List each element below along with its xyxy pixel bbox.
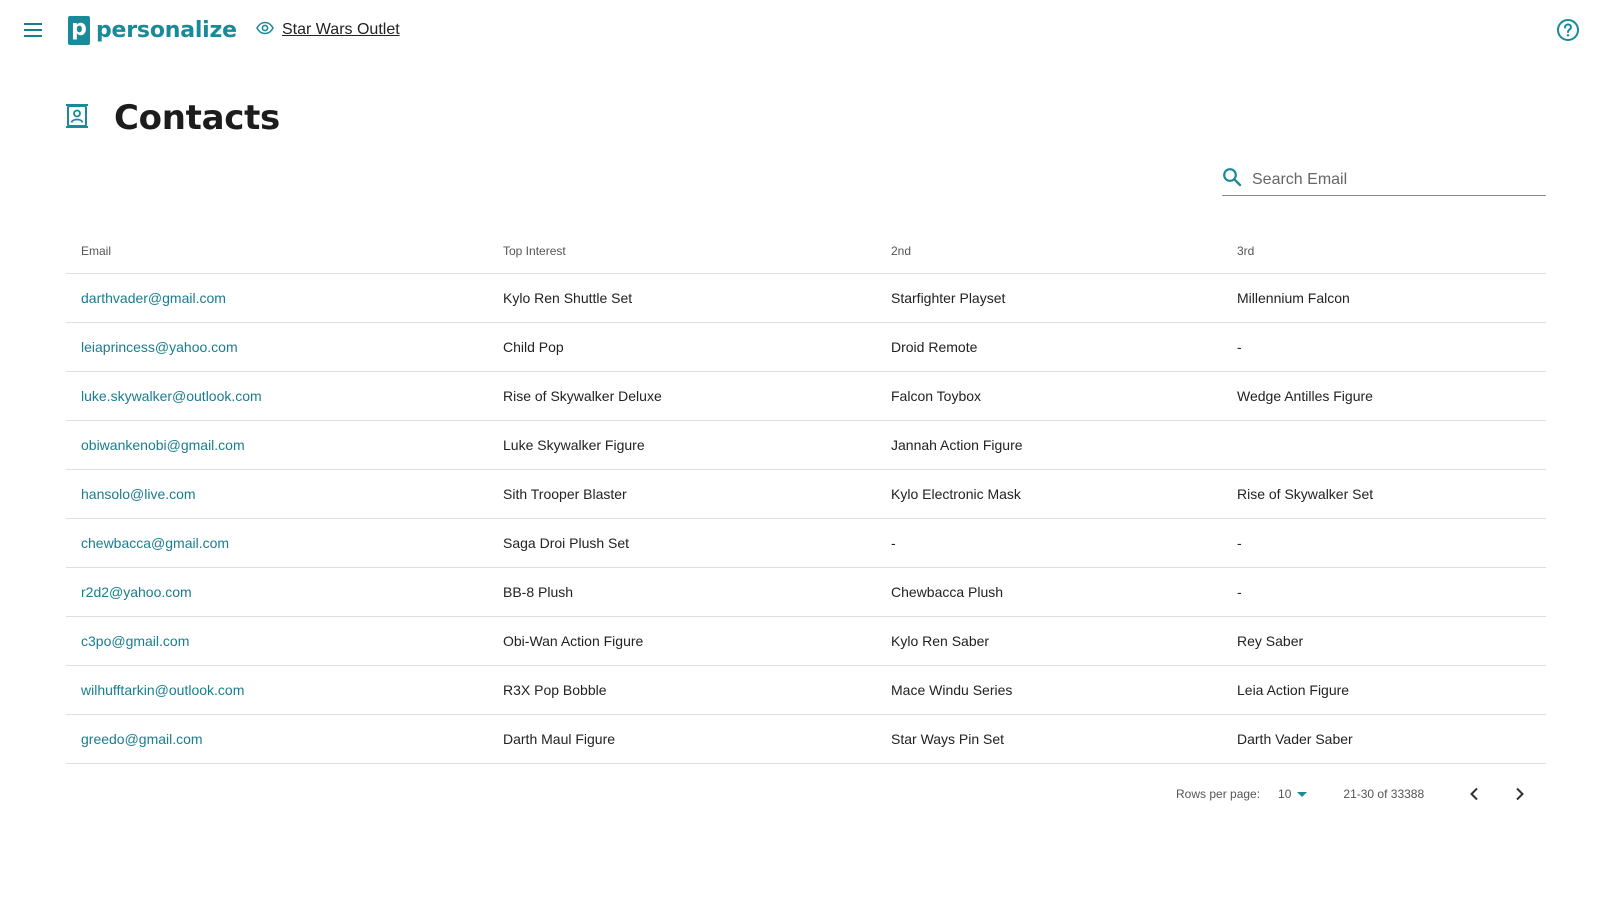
help-circle-icon[interactable] bbox=[1556, 18, 1580, 42]
contact-book-icon bbox=[66, 103, 88, 134]
cell-top-interest: Luke Skywalker Figure bbox=[503, 437, 645, 453]
cell-2nd-interest: Mace Windu Series bbox=[891, 682, 1013, 698]
cell-2nd-interest: Jannah Action Figure bbox=[891, 437, 1023, 453]
table-body: darthvader@gmail.com Kylo Ren Shuttle Set… bbox=[66, 274, 1546, 764]
cell-3rd-interest: Darth Vader Saber bbox=[1237, 731, 1353, 747]
store-selector[interactable]: Star Wars Outlet bbox=[256, 18, 400, 42]
email-link[interactable]: leiaprincess@yahoo.com bbox=[66, 339, 503, 355]
email-link[interactable]: hansolo@live.com bbox=[66, 486, 503, 502]
cell-2nd-interest: - bbox=[891, 535, 896, 551]
table-row[interactable]: hansolo@live.com Sith Trooper Blaster Kylo… bbox=[66, 470, 1546, 519]
cell-2nd-interest: Star Ways Pin Set bbox=[891, 731, 1005, 747]
cell-3rd-interest: Wedge Antilles Figure bbox=[1237, 388, 1373, 404]
table-row[interactable]: chewbacca@gmail.com Saga Droi Plush Set - - bbox=[66, 519, 1546, 568]
cell-top-interest: Sith Trooper Blaster bbox=[503, 486, 627, 502]
cell-3rd-interest: Rey Saber bbox=[1237, 633, 1304, 649]
column-header-top-interest[interactable]: Top Interest bbox=[503, 244, 891, 258]
table-row[interactable]: c3po@gmail.com Obi-Wan Action Figure Kylo … bbox=[66, 617, 1546, 666]
cell-2nd-interest: Chewbacca Plush bbox=[891, 584, 1004, 600]
cell-top-interest: R3X Pop Bobble bbox=[503, 682, 607, 698]
cell-2nd-interest: Falcon Toybox bbox=[891, 388, 982, 404]
top-bar: p personalize Star Wars Outlet bbox=[0, 0, 1600, 60]
rows-per-page-value: 10 bbox=[1278, 787, 1292, 801]
cell-top-interest: Rise of Skywalker Deluxe bbox=[503, 388, 662, 404]
rows-per-page-select[interactable]: 10 bbox=[1278, 787, 1308, 801]
cell-3rd-interest: - bbox=[1237, 535, 1242, 551]
table-row[interactable]: wilhufftarkin@outlook.com R3X Pop Bobble M… bbox=[66, 666, 1546, 715]
cell-2nd-interest: Kylo Ren Saber bbox=[891, 633, 990, 649]
menu-icon[interactable] bbox=[20, 19, 46, 41]
column-header-3rd[interactable]: 3rd bbox=[1237, 244, 1546, 258]
email-link[interactable]: luke.skywalker@outlook.com bbox=[66, 388, 503, 404]
cell-top-interest: Kylo Ren Shuttle Set bbox=[503, 290, 633, 306]
search-bar[interactable] bbox=[1222, 164, 1546, 196]
page-title: Contacts bbox=[114, 98, 280, 138]
contacts-table: Email Top Interest 2nd 3rd darthvader@gm… bbox=[66, 228, 1546, 764]
logo-letter: p bbox=[71, 16, 87, 41]
cell-top-interest: Obi-Wan Action Figure bbox=[503, 633, 644, 649]
chevron-right-icon[interactable] bbox=[1508, 782, 1532, 806]
rows-per-page-label: Rows per page: bbox=[1176, 787, 1261, 801]
table-row[interactable]: luke.skywalker@outlook.com Rise of Skywal… bbox=[66, 372, 1546, 421]
cell-2nd-interest: Starfighter Playset bbox=[891, 290, 1006, 306]
cell-3rd-interest: - bbox=[1237, 339, 1242, 355]
brand-logo[interactable]: p personalize bbox=[68, 15, 237, 45]
email-link[interactable]: darthvader@gmail.com bbox=[66, 290, 503, 306]
email-link[interactable]: chewbacca@gmail.com bbox=[66, 535, 503, 551]
cell-2nd-interest: Droid Remote bbox=[891, 339, 978, 355]
email-link[interactable]: greedo@gmail.com bbox=[66, 731, 503, 747]
page-header: Contacts bbox=[66, 96, 280, 140]
search-icon bbox=[1222, 167, 1242, 192]
eye-icon bbox=[256, 21, 274, 40]
cell-3rd-interest: Millennium Falcon bbox=[1237, 290, 1350, 306]
cell-3rd-interest: Leia Action Figure bbox=[1237, 682, 1350, 698]
table-row[interactable]: greedo@gmail.com Darth Maul Figure Star Wa… bbox=[66, 715, 1546, 764]
cell-top-interest: Child Pop bbox=[503, 339, 564, 355]
table-row[interactable]: r2d2@yahoo.com BB-8 Plush Chewbacca Plush - bbox=[66, 568, 1546, 617]
cell-top-interest: Darth Maul Figure bbox=[503, 731, 616, 747]
table-row[interactable]: darthvader@gmail.com Kylo Ren Shuttle Set… bbox=[66, 274, 1546, 323]
email-link[interactable]: r2d2@yahoo.com bbox=[66, 584, 503, 600]
brand-name: personalize bbox=[96, 17, 237, 43]
store-name-link[interactable]: Star Wars Outlet bbox=[282, 21, 400, 39]
table-row[interactable]: obiwankenobi@gmail.com Luke Skywalker Fig… bbox=[66, 421, 1546, 470]
email-link[interactable]: obiwankenobi@gmail.com bbox=[66, 437, 503, 453]
pagination: Rows per page: 10 21-30 of 33388 bbox=[1170, 782, 1546, 806]
column-header-email[interactable]: Email bbox=[66, 244, 503, 258]
caret-down-icon bbox=[1297, 791, 1308, 797]
table-header: Email Top Interest 2nd 3rd bbox=[66, 228, 1546, 274]
email-link[interactable]: wilhufftarkin@outlook.com bbox=[66, 682, 503, 698]
table-row[interactable]: leiaprincess@yahoo.com Child Pop Droid Rem… bbox=[66, 323, 1546, 372]
cell-top-interest: BB-8 Plush bbox=[503, 584, 574, 600]
cell-3rd-interest: - bbox=[1237, 584, 1242, 600]
logo-icon: p bbox=[68, 15, 90, 45]
cell-top-interest: Saga Droi Plush Set bbox=[503, 535, 630, 551]
page-range: 21-30 of 33388 bbox=[1343, 787, 1425, 801]
cell-3rd-interest: Rise of Skywalker Set bbox=[1237, 486, 1374, 502]
column-header-2nd[interactable]: 2nd bbox=[891, 244, 1237, 258]
chevron-left-icon[interactable] bbox=[1462, 782, 1486, 806]
search-email-input[interactable] bbox=[1252, 170, 1532, 189]
email-link[interactable]: c3po@gmail.com bbox=[66, 633, 503, 649]
cell-2nd-interest: Kylo Electronic Mask bbox=[891, 486, 1021, 502]
